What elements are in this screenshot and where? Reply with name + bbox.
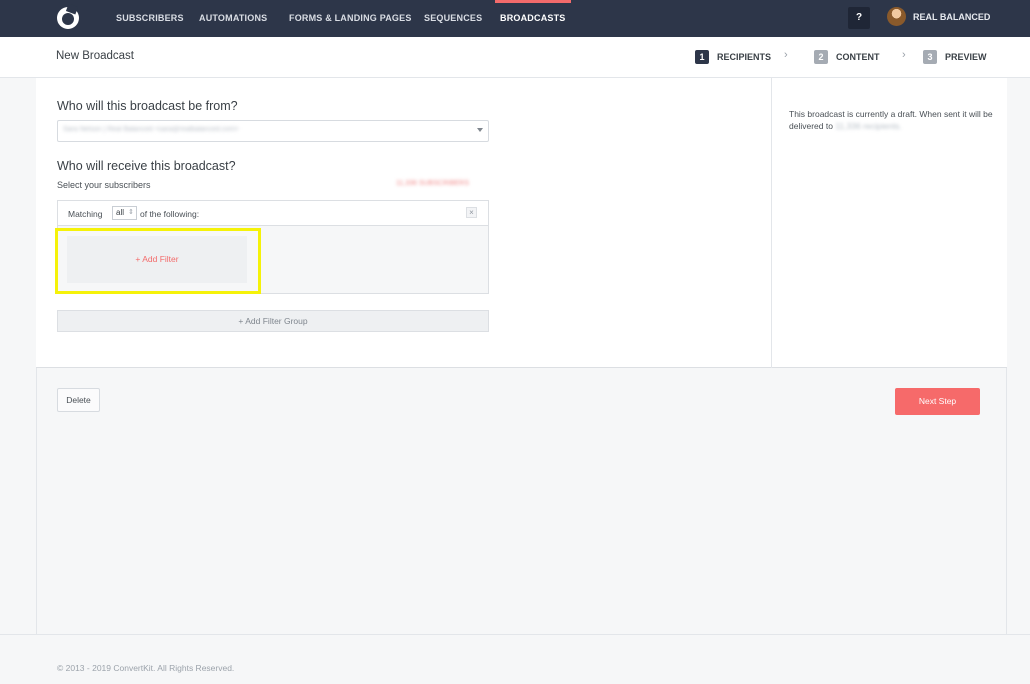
- step-content[interactable]: 2 CONTENT: [814, 50, 880, 64]
- top-nav: SUBSCRIBERS AUTOMATIONS FORMS & LANDING …: [0, 0, 1030, 37]
- matching-select-value: all: [116, 208, 125, 217]
- step-recipients[interactable]: 1 RECIPIENTS: [695, 50, 771, 64]
- nav-forms-landing-pages[interactable]: FORMS & LANDING PAGES: [289, 0, 412, 37]
- from-question: Who will this broadcast be from?: [57, 99, 238, 113]
- chevron-right-icon: ›: [902, 49, 906, 61]
- matching-label: Matching: [68, 209, 103, 219]
- page-title: New Broadcast: [56, 50, 134, 62]
- step-label: RECIPIENTS: [717, 52, 772, 62]
- matching-select[interactable]: all ⇕: [112, 206, 137, 220]
- footer-divider: [0, 634, 1030, 635]
- nav-broadcasts[interactable]: BROADCASTS: [495, 0, 570, 37]
- step-label: PREVIEW: [945, 52, 987, 62]
- step-preview[interactable]: 3 PREVIEW: [923, 50, 987, 64]
- remove-filter-group-icon[interactable]: ×: [466, 207, 477, 218]
- add-filter-group-button[interactable]: + Add Filter Group: [57, 310, 489, 332]
- help-button[interactable]: ?: [848, 7, 870, 29]
- subscriber-count: 11,336 SUBSCRIBERS: [396, 180, 470, 187]
- from-select-value: Sara Nelson | Real Balanced <sara@realba…: [63, 126, 239, 133]
- step-number: 3: [923, 50, 937, 64]
- step-label: CONTENT: [836, 52, 880, 62]
- chevron-right-icon: ›: [784, 49, 788, 61]
- from-select[interactable]: Sara Nelson | Real Balanced <sara@realba…: [57, 120, 489, 142]
- nav-automations[interactable]: AUTOMATIONS: [199, 0, 267, 37]
- convertkit-logo-icon[interactable]: [57, 7, 79, 29]
- matching-suffix: of the following:: [140, 209, 200, 219]
- delete-button[interactable]: Delete: [57, 388, 100, 412]
- footer-copyright: © 2013 - 2019 ConvertKit. All Rights Res…: [57, 663, 235, 673]
- nav-sequences[interactable]: SEQUENCES: [424, 0, 482, 37]
- next-step-button[interactable]: Next Step: [895, 388, 980, 415]
- page-header: New Broadcast 1 RECIPIENTS › 2 CONTENT › 3…: [0, 37, 1030, 78]
- chevron-down-icon: [477, 128, 483, 132]
- to-question: Who will receive this broadcast?: [57, 159, 236, 173]
- recipient-count: 11,336 recipients.: [835, 121, 902, 131]
- content-border-right: [1006, 368, 1007, 634]
- user-avatar[interactable]: [887, 7, 906, 26]
- chevron-updown-icon: ⇕: [128, 209, 134, 216]
- step-number: 1: [695, 50, 709, 64]
- filter-group-header: Matching all ⇕ of the following: ×: [58, 201, 488, 226]
- step-number: 2: [814, 50, 828, 64]
- highlight-box: [55, 228, 261, 294]
- card-divider: [771, 78, 772, 368]
- draft-status-note: This broadcast is currently a draft. Whe…: [789, 108, 999, 132]
- account-menu[interactable]: REAL BALANCED: [913, 0, 990, 35]
- content-border-left: [36, 368, 37, 634]
- select-subscribers-label: Select your subscribers: [57, 180, 151, 190]
- nav-subscribers[interactable]: SUBSCRIBERS: [116, 0, 184, 37]
